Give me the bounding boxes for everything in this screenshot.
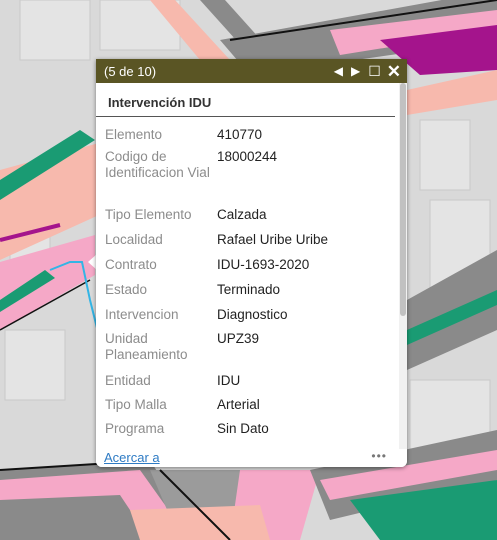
triangle-right-icon: ▶ — [350, 64, 361, 78]
close-button[interactable]: ✕ — [387, 63, 401, 80]
attr-value: IDU — [217, 373, 241, 388]
attribute-table: Elemento 410770 Codigo de Identificacion… — [105, 123, 328, 441]
popup-window: (5 de 10) ◀ ▶ ☐ ✕ Intervención IDU Eleme… — [96, 59, 407, 467]
attr-label: Localidad — [105, 232, 163, 247]
attr-label: Estado — [105, 282, 148, 297]
more-actions-button[interactable]: ••• — [371, 449, 387, 463]
attr-label: Entidad — [105, 373, 151, 388]
next-feature-button[interactable]: ▶ — [351, 65, 360, 77]
ellipsis-icon: ••• — [371, 449, 387, 463]
attr-row-intervencion: Intervencion Diagnostico — [105, 307, 328, 331]
attr-value: Calzada — [217, 207, 267, 222]
attr-label: Intervencion — [105, 307, 179, 322]
attr-value: UPZ39 — [217, 331, 260, 346]
attr-value: 18000244 — [217, 149, 278, 164]
prev-feature-button[interactable]: ◀ — [334, 65, 343, 77]
attr-value: Rafael Uribe Uribe — [217, 232, 329, 247]
maximize-icon: ☐ — [368, 63, 381, 79]
attr-row-contrato: Contrato IDU-1693-2020 — [105, 257, 328, 282]
attr-label: Elemento — [105, 127, 163, 142]
popup-footer: Acercar a ••• — [96, 449, 407, 467]
attr-row-elemento: Elemento 410770 — [105, 123, 328, 149]
attr-label: Tipo Elemento — [105, 207, 192, 222]
attr-row-estado: Estado Terminado — [105, 282, 328, 307]
attr-value: Sin Dato — [217, 421, 269, 436]
attr-label: Codigo de Identificacion Vial — [105, 149, 210, 180]
zoom-to-link[interactable]: Acercar a — [104, 450, 160, 465]
attr-label: Programa — [105, 421, 165, 436]
popup-title: Intervención IDU — [96, 83, 395, 117]
popup-counter: (5 de 10) — [104, 63, 157, 79]
popup-body[interactable]: Intervención IDU Elemento 410770 Codigo … — [96, 83, 407, 449]
attr-label: Contrato — [105, 257, 157, 272]
attr-row-programa: Programa Sin Dato — [105, 421, 328, 441]
attr-value: 410770 — [217, 127, 263, 142]
popup-header: (5 de 10) ◀ ▶ ☐ ✕ — [96, 59, 407, 83]
attr-label: Tipo Malla — [105, 397, 167, 412]
maximize-button[interactable]: ☐ — [368, 64, 381, 78]
attr-value: Terminado — [217, 282, 281, 297]
attr-value: Arterial — [217, 397, 260, 412]
attr-row-entidad: Entidad IDU — [105, 373, 328, 397]
attr-label: Unidad Planeamiento — [105, 331, 188, 362]
attr-row-tipo-malla: Tipo Malla Arterial — [105, 397, 328, 421]
attr-row-unidad: Unidad Planeamiento UPZ39 — [105, 331, 328, 373]
attr-row-codigo: Codigo de Identificacion Vial 18000244 — [105, 149, 328, 207]
attr-row-tipo-elemento: Tipo Elemento Calzada — [105, 207, 328, 232]
attr-row-localidad: Localidad Rafael Uribe Uribe — [105, 232, 328, 257]
scrollbar-thumb[interactable] — [400, 83, 406, 316]
close-icon: ✕ — [386, 61, 401, 81]
triangle-left-icon: ◀ — [333, 64, 343, 78]
attr-value: IDU-1693-2020 — [217, 257, 310, 272]
attr-value: Diagnostico — [217, 307, 288, 322]
